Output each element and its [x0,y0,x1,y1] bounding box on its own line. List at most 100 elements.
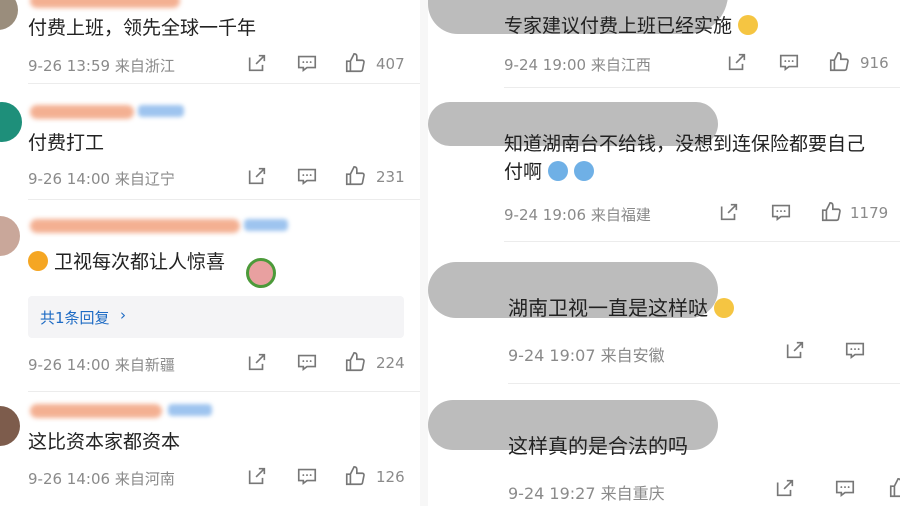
comment-text: 这比资本家都资本 [28,431,181,453]
like-icon [345,466,365,486]
share-icon [786,341,804,359]
like-button[interactable] [888,477,900,503]
comment-item: 湖南卫视一直是这样哒 9-24 19:07 来自安徽 [428,242,900,384]
share-button[interactable] [774,477,800,503]
like-icon [345,166,365,186]
like-icon [889,478,900,498]
comment-item: 卫视每次都让人惊喜 共1条回复 › 9-26 14:00 来自新疆 224 [0,200,420,392]
share-button[interactable] [246,52,272,78]
username[interactable] [30,219,240,233]
comment-meta: 9-26 13:59 来自浙江 [28,55,175,76]
comment-meta: 9-24 19:06 来自福建 [504,204,651,225]
right-comment-list: 专家建议付费上班已经实施 9-24 19:00 来自江西 916 知道湖南台不给… [428,0,900,506]
reply-count-link[interactable]: 共1条回复 [40,307,110,328]
comment-item: 这样真的是合法的吗 9-24 19:27 来自重庆 [428,384,900,506]
like-button[interactable] [828,51,854,77]
emoji-icon [714,298,735,318]
like-button[interactable] [344,52,370,78]
comment-text: 湖南卫视一直是这样哒 [508,296,708,320]
like-count: 1179 [850,204,889,222]
column-gap [420,0,428,506]
comment-button[interactable] [834,477,860,503]
comment-icon [297,468,317,485]
comment-meta: 9-24 19:27 来自重庆 [508,480,665,504]
comment-icon [779,54,799,71]
comment-date: 9-24 19:07 [508,346,596,365]
mango-emoji-icon [28,251,48,271]
comment-meta: 9-26 14:00 来自辽宁 [28,168,175,189]
share-icon [248,467,266,485]
comment-icon [845,342,865,359]
share-button[interactable] [784,339,810,365]
share-button[interactable] [246,165,272,191]
like-count: 126 [376,468,405,486]
share-icon [248,54,266,72]
comment-text-row: 专家建议付费上班已经实施 [504,12,759,40]
comment-text: 付啊 [504,161,543,183]
username[interactable] [30,0,180,8]
share-icon [776,479,794,497]
comment-meta: 9-26 14:00 来自新疆 [28,354,175,375]
comment-date: 9-24 19:06 [504,206,587,224]
reply-summary[interactable]: 共1条回复 › [28,296,404,338]
comment-date: 9-26 14:00 [28,170,111,188]
like-button[interactable] [344,351,370,377]
share-button[interactable] [718,201,744,227]
like-button[interactable] [344,465,370,491]
share-button[interactable] [246,351,272,377]
emoji-icon [738,15,759,35]
share-button[interactable] [246,465,272,491]
share-icon [248,353,266,371]
comment-button[interactable] [296,52,322,78]
comment-location: 来自新疆 [114,356,175,374]
comment-item: 知道湖南台不给钱，没想到连保险都要自己 付啊 9-24 19:06 来自福建 1… [428,88,900,242]
comment-icon [297,354,317,371]
comment-icon [771,204,791,221]
emoji-icon [574,161,595,181]
avatar[interactable] [0,0,18,30]
comment-date: 9-26 13:59 [28,57,111,75]
avatar[interactable] [0,102,22,142]
avatar[interactable] [0,216,20,256]
avatar[interactable] [0,406,20,446]
comment-icon [297,55,317,72]
comment-location: 来自河南 [114,470,175,488]
like-icon [345,53,365,73]
comment-location: 来自重庆 [600,484,665,503]
comment-item: 这比资本家都资本 9-26 14:06 来自河南 126 [0,392,420,506]
comment-item: 付费打工 9-26 14:00 来自辽宁 231 [0,84,420,200]
comment-button[interactable] [770,201,796,227]
username[interactable] [30,105,134,119]
like-count: 407 [376,55,405,73]
username[interactable] [30,404,162,418]
left-comment-list: 付费上班，领先全球一千年 9-26 13:59 来自浙江 407 付费打工 9-… [0,0,420,506]
emoji-icon [548,161,569,181]
like-count: 231 [376,168,405,186]
comment-button[interactable] [296,165,322,191]
comment-text: 付费打工 [28,132,105,154]
comment-button[interactable] [778,51,804,77]
comment-location: 来自福建 [590,206,651,224]
comment-text-row: 付啊 [504,158,595,186]
user-badge [244,219,288,231]
comment-button[interactable] [296,351,322,377]
comment-location: 来自辽宁 [114,170,175,188]
comment-icon [835,480,855,497]
like-button[interactable] [820,201,846,227]
comment-icon [297,168,317,185]
like-count: 224 [376,354,405,372]
like-button[interactable] [344,165,370,191]
comment-button[interactable] [296,465,322,491]
comment-button[interactable] [844,339,870,365]
like-icon [345,352,365,372]
comment-date: 9-26 14:00 [28,356,111,374]
comment-location: 来自安徽 [600,346,665,365]
like-count: 916 [860,54,889,72]
chevron-right-icon: › [120,306,126,324]
like-icon [829,52,849,72]
share-button[interactable] [726,51,752,77]
comment-meta: 9-24 19:07 来自安徽 [508,342,665,366]
comment-item: 付费上班，领先全球一千年 9-26 13:59 来自浙江 407 [0,0,420,84]
comment-date: 9-26 14:06 [28,470,111,488]
comment-location: 来自浙江 [114,57,175,75]
